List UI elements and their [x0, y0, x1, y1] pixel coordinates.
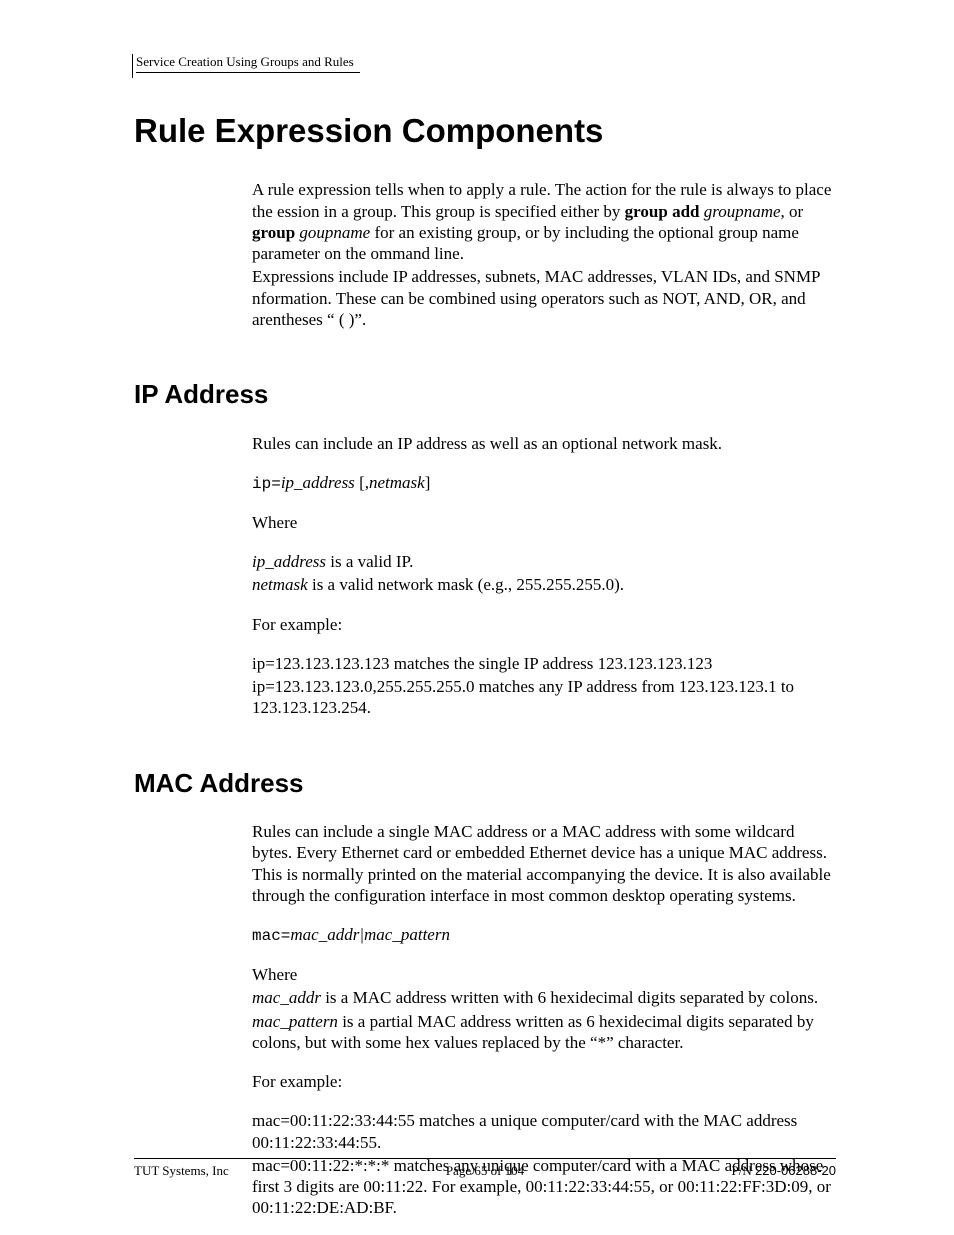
- footer-right-prefix: P/N: [732, 1163, 755, 1178]
- mac-paragraph: Rules can include a single MAC address o…: [252, 821, 836, 906]
- footer-left: TUT Systems, Inc: [134, 1163, 368, 1179]
- mac-example-label: For example:: [252, 1071, 836, 1092]
- mac-def-1: mac_addr is a MAC address written with 6…: [252, 987, 836, 1008]
- ip-syntax: ip=ip_address [,netmask]: [252, 472, 836, 494]
- text: is a valid IP.: [326, 552, 413, 571]
- ip-def-2: netmask is a valid network mask (e.g., 2…: [252, 574, 836, 595]
- code: mac=: [252, 927, 290, 945]
- bold: group add: [625, 202, 700, 221]
- italic: ip_address: [252, 552, 326, 571]
- code: ip=: [252, 475, 281, 493]
- header-text: Service Creation Using Groups and Rules: [136, 54, 360, 73]
- running-header: Service Creation Using Groups and Rules: [136, 50, 836, 73]
- italic: goupname: [299, 223, 370, 242]
- italic: mac_pattern: [252, 1012, 338, 1031]
- ip-paragraph: Rules can include an IP address as well …: [252, 433, 836, 454]
- text: ]: [425, 473, 431, 492]
- footer-right: P/N 220-06288-20: [602, 1163, 836, 1179]
- mac-where: Where: [252, 964, 836, 985]
- text: [,: [355, 473, 369, 492]
- page-title: Rule Expression Components: [134, 110, 836, 151]
- header-rule-tick: [132, 54, 133, 78]
- intro-paragraph-1: A rule expression tells when to apply a …: [252, 179, 836, 264]
- ip-example-2: ip=123.123.123.0,255.255.255.0 matches a…: [252, 676, 836, 719]
- intro-paragraph-2: Expressions include IP addresses, subnet…: [252, 266, 836, 330]
- ip-example-1: ip=123.123.123.123 matches the single IP…: [252, 653, 836, 674]
- footer-center: Page 65 of 104: [368, 1163, 602, 1179]
- ip-example-label: For example:: [252, 614, 836, 635]
- mac-example-1: mac=00:11:22:33:44:55 matches a unique c…: [252, 1110, 836, 1153]
- italic: ip_address: [281, 473, 355, 492]
- italic: netmask: [369, 473, 425, 492]
- footer-part-number: 220-06288-20: [755, 1163, 836, 1178]
- italic: mac_addr|mac_pattern: [290, 925, 450, 944]
- ip-block: Rules can include an IP address as well …: [252, 433, 836, 719]
- ip-def-1: ip_address is a valid IP.: [252, 551, 836, 572]
- section-heading-ip: IP Address: [134, 378, 836, 411]
- mac-def-2: mac_pattern is a partial MAC address wri…: [252, 1011, 836, 1054]
- section-heading-mac: MAC Address: [134, 767, 836, 800]
- italic: groupname: [704, 202, 781, 221]
- text: is a valid network mask (e.g., 255.255.2…: [308, 575, 624, 594]
- intro-block: A rule expression tells when to apply a …: [252, 179, 836, 330]
- text: , or: [781, 202, 804, 221]
- text: is a MAC address written with 6 hexideci…: [321, 988, 818, 1007]
- page-content: Rule Expression Components A rule expres…: [134, 110, 836, 1221]
- bold: group: [252, 223, 295, 242]
- italic: netmask: [252, 575, 308, 594]
- page-footer: TUT Systems, Inc Page 65 of 104 P/N 220-…: [134, 1158, 836, 1179]
- italic: mac_addr: [252, 988, 321, 1007]
- mac-syntax: mac=mac_addr|mac_pattern: [252, 924, 836, 946]
- ip-where: Where: [252, 512, 836, 533]
